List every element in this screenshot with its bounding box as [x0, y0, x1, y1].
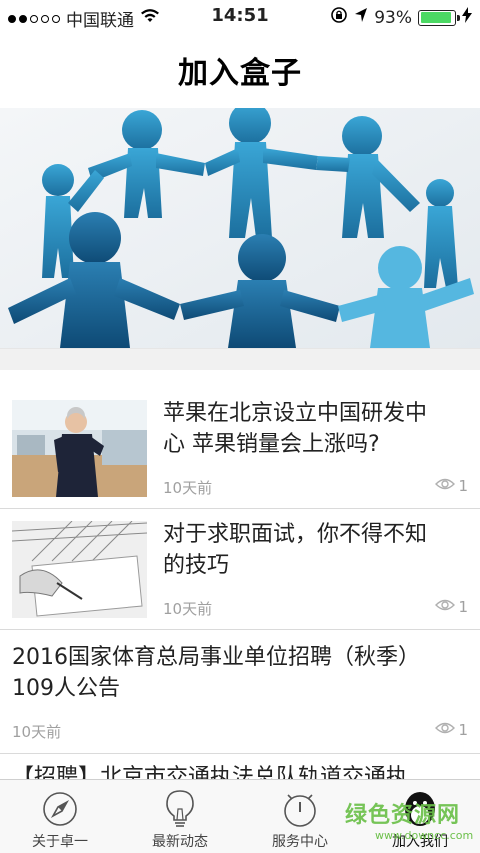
news-item[interactable]: 对于求职面试，你不得不知 的技巧 10天前 1 — [0, 509, 480, 630]
banner-image[interactable] — [0, 108, 480, 348]
compass-icon — [42, 790, 78, 828]
news-thumbnail-apple — [12, 400, 147, 497]
navigation-bar: 加入盒子 — [0, 32, 480, 108]
battery-percent: 93% — [374, 7, 412, 28]
status-right: 93% — [330, 6, 472, 29]
charging-icon — [462, 7, 472, 28]
news-title: 2016国家体育总局事业单位招聘（秋季） 109人公告 — [12, 645, 420, 701]
eye-icon — [435, 598, 456, 616]
news-views: 1 — [435, 721, 468, 739]
watermark-logo: 绿色资源网 www.downcc.com — [345, 803, 474, 842]
news-time: 10天前 — [163, 479, 213, 497]
news-views: 1 — [435, 598, 468, 616]
timer-icon — [282, 790, 318, 828]
section-divider — [0, 348, 480, 370]
tab-service[interactable]: 服务中心 — [240, 780, 360, 853]
news-thumbnail-sketch — [12, 521, 147, 618]
battery-icon — [418, 9, 460, 26]
lightbulb-icon — [165, 790, 195, 828]
news-item[interactable]: 苹果在北京设立中国研发中 心 苹果销量会上涨吗? 10天前 1 — [0, 370, 480, 509]
eye-icon — [435, 721, 456, 739]
news-title: 苹果在北京设立中国研发中 心 苹果销量会上涨吗? — [163, 401, 428, 457]
location-arrow-icon — [354, 7, 368, 28]
news-time: 10天前 — [12, 723, 62, 741]
news-title: 【招聘】北京市交通执法总队轨道交通执 — [12, 765, 409, 779]
news-time: 10天前 — [163, 600, 213, 618]
news-title: 对于求职面试，你不得不知 的技巧 — [163, 522, 428, 578]
tab-about[interactable]: 关于卓一 — [0, 780, 120, 853]
status-bar: 中国联通 14:51 93% — [0, 0, 480, 32]
eye-icon — [435, 477, 456, 495]
news-item[interactable]: 【招聘】北京市交通执法总队轨道交通执 — [0, 754, 480, 779]
news-views: 1 — [435, 477, 468, 495]
rotation-lock-icon — [330, 6, 348, 29]
news-item[interactable]: 2016国家体育总局事业单位招聘（秋季） 109人公告 10天前 1 — [0, 630, 480, 754]
page-title: 加入盒子 — [178, 56, 302, 91]
tab-news[interactable]: 最新动态 — [120, 780, 240, 853]
